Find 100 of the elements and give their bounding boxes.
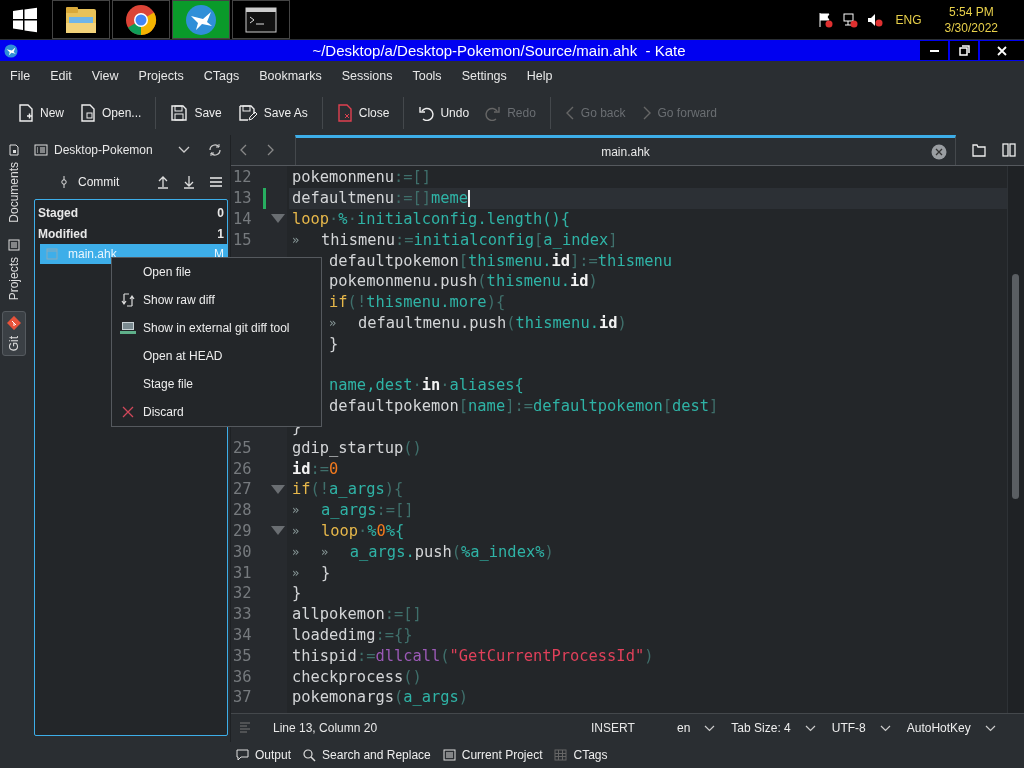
bold-text: in — [421, 376, 441, 395]
line-number: 35 — [233, 646, 252, 665]
operator-text: ( — [477, 272, 487, 291]
section-label[interactable]: Staged — [38, 205, 78, 220]
operator-text: () — [403, 667, 422, 686]
chevron-down-icon[interactable] — [178, 146, 190, 154]
menu-item[interactable]: Projects — [128, 69, 194, 83]
toolbar-button[interactable]: Close — [328, 100, 398, 126]
count-label: 1 — [217, 226, 224, 241]
operator-text: ] — [709, 397, 719, 416]
commit-button[interactable]: Commit — [54, 171, 126, 193]
side-tab[interactable]: Git — [2, 311, 26, 357]
git-icon — [7, 316, 21, 331]
browser-icon — [125, 3, 157, 36]
side-tab[interactable]: Documents — [2, 139, 26, 228]
toolbar-button[interactable]: Save As — [229, 100, 316, 126]
cursor-position[interactable]: Line 13, Column 20 — [273, 721, 591, 735]
tab-marker: » — [292, 565, 321, 580]
toolbar-button[interactable]: Undo — [410, 101, 478, 125]
status-dropdown[interactable]: Tab Size: 4 — [727, 719, 820, 737]
variable-text: thismenu. — [486, 272, 570, 291]
bold-text: id — [551, 251, 571, 270]
menu-item[interactable]: Show raw diff — [112, 286, 321, 314]
toolbar-button[interactable]: Save — [162, 100, 230, 126]
fold-arrow-icon[interactable] — [271, 526, 285, 536]
variable-text: a_args — [403, 688, 459, 707]
menu-item[interactable]: Edit — [40, 69, 82, 83]
menu-item[interactable]: View — [81, 69, 129, 83]
flag-icon[interactable] — [816, 11, 833, 28]
tool-view-tab[interactable]: Current Project — [438, 746, 547, 764]
input-mode[interactable]: INSERT — [591, 721, 673, 735]
tool-view-tab[interactable]: CTags — [550, 746, 612, 764]
chevron-down-icon — [984, 724, 996, 732]
scrollbar[interactable] — [1007, 166, 1024, 713]
taskbar-app-button[interactable] — [52, 0, 110, 39]
variable-text: dest — [672, 397, 710, 416]
line-number: 32 — [233, 584, 252, 603]
taskbar-app-button[interactable] — [232, 0, 290, 39]
variable-text: thismenu.more — [366, 293, 487, 312]
variable-text: initialconfig — [413, 230, 535, 249]
taskbar-app-button[interactable] — [172, 0, 230, 39]
operator-text: [ — [458, 251, 469, 270]
section-label[interactable]: Modified — [38, 226, 88, 241]
refresh-icon[interactable] — [208, 143, 222, 157]
code-editor[interactable] — [231, 166, 1024, 713]
language-indicator[interactable]: ENG — [895, 12, 922, 27]
redo-icon — [485, 105, 502, 121]
restore-button[interactable] — [950, 41, 978, 60]
menu-icon[interactable] — [209, 176, 224, 188]
folder-icon[interactable] — [972, 143, 986, 157]
code-text: pokemonmenu — [292, 168, 394, 187]
menu-item[interactable]: Stage file — [112, 370, 321, 398]
menu-item[interactable]: Open at HEAD — [112, 342, 321, 370]
line-number: 27 — [233, 480, 252, 499]
operator-text: ) — [644, 646, 654, 665]
tool-view-tab[interactable]: Search and Replace — [299, 746, 435, 764]
code-text: checkprocess — [292, 667, 404, 686]
menu-item[interactable]: Show in external git diff tool — [112, 314, 321, 342]
document-tab[interactable]: main.ahk — [295, 135, 956, 165]
menu-item[interactable]: Discard — [112, 398, 321, 426]
fold-arrow-icon[interactable] — [271, 214, 285, 224]
network-icon[interactable] — [841, 11, 858, 28]
status-dropdown[interactable]: en — [673, 719, 720, 737]
keyword-text: if — [292, 480, 311, 499]
chevron-left-icon — [564, 105, 575, 121]
menu-item[interactable]: Bookmarks — [249, 69, 332, 83]
minimize-button[interactable] — [920, 41, 948, 60]
taskbar-app-button[interactable] — [112, 0, 170, 39]
menu-item[interactable]: Settings — [451, 69, 517, 83]
chevron-right-icon — [641, 105, 652, 121]
close-icon[interactable] — [931, 143, 947, 160]
project-name[interactable]: Desktop-Pokemon — [54, 143, 172, 157]
menu-item[interactable]: Sessions — [331, 69, 403, 83]
pull-icon[interactable] — [183, 175, 196, 189]
menu-item[interactable]: Tools — [402, 69, 452, 83]
menu-item[interactable]: File — [0, 69, 41, 83]
list-icon — [442, 749, 456, 761]
code-text: pokemonmenu.push — [329, 272, 478, 291]
keyword-text: if — [329, 293, 348, 312]
list-icon — [8, 238, 20, 251]
split-view-icon[interactable] — [1002, 143, 1016, 157]
fold-arrow-icon[interactable] — [271, 484, 285, 494]
variable-text: name — [468, 397, 506, 416]
status-dropdown[interactable]: AutoHotKey — [902, 719, 1000, 737]
push-icon[interactable] — [157, 175, 170, 189]
operator-text: [ — [662, 397, 672, 416]
toolbar-button[interactable]: Open... — [72, 100, 150, 126]
toolbar-button[interactable]: New — [10, 100, 72, 126]
side-tab[interactable]: Projects — [2, 233, 26, 306]
operator-text: ) — [544, 542, 554, 561]
tool-view-tab[interactable]: Output — [232, 746, 296, 764]
operator-text: ) — [588, 272, 598, 291]
close-button[interactable] — [980, 41, 1024, 60]
status-dropdown[interactable]: UTF-8 — [827, 719, 895, 737]
menu-item[interactable]: CTags — [193, 69, 250, 83]
chevron-left-icon[interactable] — [239, 143, 249, 157]
variable-text: thismenu. — [468, 251, 552, 270]
menu-item[interactable]: Help — [516, 69, 563, 83]
chevron-right-icon[interactable] — [265, 143, 275, 157]
chevron-down-icon — [804, 724, 816, 732]
